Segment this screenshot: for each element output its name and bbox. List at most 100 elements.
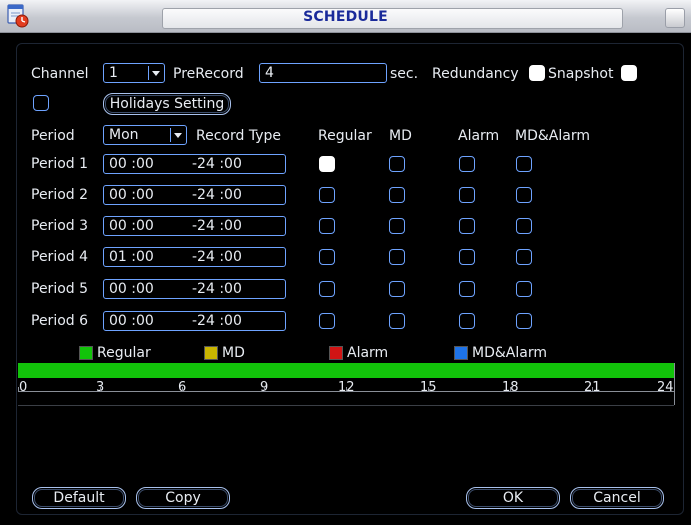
period-start-time: 01 :00	[109, 249, 154, 265]
holidays-setting-button[interactable]: Holidays Setting	[103, 93, 231, 115]
period-row-label: Period 4	[31, 249, 89, 265]
md-checkbox[interactable]	[389, 249, 405, 265]
col-md-header: MD	[389, 128, 412, 144]
timeline-tick-mark	[674, 387, 675, 392]
period-row-label: Period 5	[31, 281, 89, 297]
legend-label-regular: Regular	[97, 345, 151, 361]
regular-checkbox[interactable]	[319, 156, 335, 172]
regular-checkbox[interactable]	[319, 249, 335, 265]
period-row-label: Period 3	[31, 218, 89, 234]
alarm-checkbox[interactable]	[459, 187, 475, 203]
regular-checkbox[interactable]	[319, 313, 335, 329]
timeline-tick-mark	[510, 387, 511, 392]
channel-select[interactable]: 1	[103, 63, 165, 83]
prerecord-label: PreRecord	[173, 66, 244, 82]
holiday-checkbox[interactable]	[33, 95, 49, 111]
alarm-checkbox[interactable]	[459, 281, 475, 297]
md-checkbox[interactable]	[389, 156, 405, 172]
alarm-checkbox[interactable]	[459, 313, 475, 329]
period-time-field[interactable]: 00 :00 -24 :00	[103, 185, 286, 205]
period-end-time: -24 :00	[192, 218, 242, 234]
period-end-time: -24 :00	[192, 156, 242, 172]
legend-swatch-alarm	[329, 346, 343, 360]
alarm-checkbox[interactable]	[459, 218, 475, 234]
close-button[interactable]	[665, 8, 685, 28]
md-checkbox[interactable]	[389, 281, 405, 297]
timeline-tick-mark	[428, 387, 429, 392]
period-start-time: 00 :00	[109, 281, 154, 297]
mdalarm-checkbox[interactable]	[516, 281, 532, 297]
mdalarm-checkbox[interactable]	[516, 313, 532, 329]
redundancy-label: Redundancy	[432, 66, 519, 82]
timeline-tick-mark	[100, 387, 101, 392]
period-start-time: 00 :00	[109, 156, 154, 172]
period-time-field[interactable]: 00 :00 -24 :00	[103, 154, 286, 174]
col-mdalarm-header: MD&Alarm	[515, 128, 590, 144]
day-select[interactable]: Mon	[103, 125, 187, 145]
period-label: Period	[31, 128, 75, 144]
legend-label-md: MD	[222, 345, 245, 361]
timeline-tick-label: 0	[19, 380, 28, 395]
ok-button[interactable]: OK	[466, 487, 560, 509]
alarm-checkbox[interactable]	[459, 249, 475, 265]
period-row-label: Period 2	[31, 187, 89, 203]
window-title: SCHEDULE	[303, 9, 388, 25]
alarm-checkbox[interactable]	[459, 156, 475, 172]
prerecord-input[interactable]: 4	[259, 63, 387, 83]
timeline-tick-mark	[592, 387, 593, 392]
timeline-right-edge	[674, 363, 675, 405]
cancel-button[interactable]: Cancel	[570, 487, 664, 509]
period-end-time: -24 :00	[192, 313, 242, 329]
snapshot-label: Snapshot	[548, 66, 614, 82]
channel-label: Channel	[31, 66, 89, 82]
timeline-tick-mark	[18, 387, 19, 392]
regular-checkbox[interactable]	[319, 218, 335, 234]
period-time-field[interactable]: 01 :00 -24 :00	[103, 247, 286, 267]
timeline-tick-label: 24	[657, 380, 674, 395]
period-end-time: -24 :00	[192, 249, 242, 265]
mdalarm-checkbox[interactable]	[516, 249, 532, 265]
period-time-field[interactable]: 00 :00 -24 :00	[103, 311, 286, 331]
period-row-label: Period 6	[31, 313, 89, 329]
period-end-time: -24 :00	[192, 187, 242, 203]
schedule-timeline-bar	[18, 363, 674, 378]
period-start-time: 00 :00	[109, 313, 154, 329]
chevron-down-icon	[170, 128, 184, 142]
snapshot-checkbox[interactable]	[621, 65, 637, 81]
record-type-label: Record Type	[196, 128, 281, 144]
channel-value: 1	[109, 65, 118, 81]
legend-label-mdalarm: MD&Alarm	[472, 345, 547, 361]
col-alarm-header: Alarm	[458, 128, 500, 144]
chevron-down-icon	[148, 66, 162, 80]
col-regular-header: Regular	[318, 128, 372, 144]
period-time-field[interactable]: 00 :00 -24 :00	[103, 216, 286, 236]
schedule-window: SCHEDULE Channel 1 PreRecord 4 sec. Redu…	[0, 0, 691, 525]
timeline-tick-mark	[346, 387, 347, 392]
redundancy-checkbox[interactable]	[529, 65, 545, 81]
period-row-label: Period 1	[31, 156, 89, 172]
sec-label: sec.	[390, 66, 419, 82]
period-end-time: -24 :00	[192, 281, 242, 297]
md-checkbox[interactable]	[389, 218, 405, 234]
legend-label-alarm: Alarm	[347, 345, 389, 361]
period-start-time: 00 :00	[109, 218, 154, 234]
mdalarm-checkbox[interactable]	[516, 218, 532, 234]
copy-button[interactable]: Copy	[136, 487, 230, 509]
timeline-lower-divider	[18, 405, 674, 406]
timeline-tick-mark	[264, 387, 265, 392]
default-button[interactable]: Default	[32, 487, 126, 509]
period-time-field[interactable]: 00 :00 -24 :00	[103, 279, 286, 299]
timeline-tick-mark	[182, 387, 183, 392]
md-checkbox[interactable]	[389, 313, 405, 329]
md-checkbox[interactable]	[389, 187, 405, 203]
period-start-time: 00 :00	[109, 187, 154, 203]
day-value: Mon	[109, 127, 139, 143]
regular-checkbox[interactable]	[319, 281, 335, 297]
mdalarm-checkbox[interactable]	[516, 187, 532, 203]
legend-swatch-regular	[79, 346, 93, 360]
legend-swatch-mdalarm	[454, 346, 468, 360]
regular-checkbox[interactable]	[319, 187, 335, 203]
title-bar: SCHEDULE	[0, 0, 691, 33]
legend-swatch-md	[204, 346, 218, 360]
mdalarm-checkbox[interactable]	[516, 156, 532, 172]
